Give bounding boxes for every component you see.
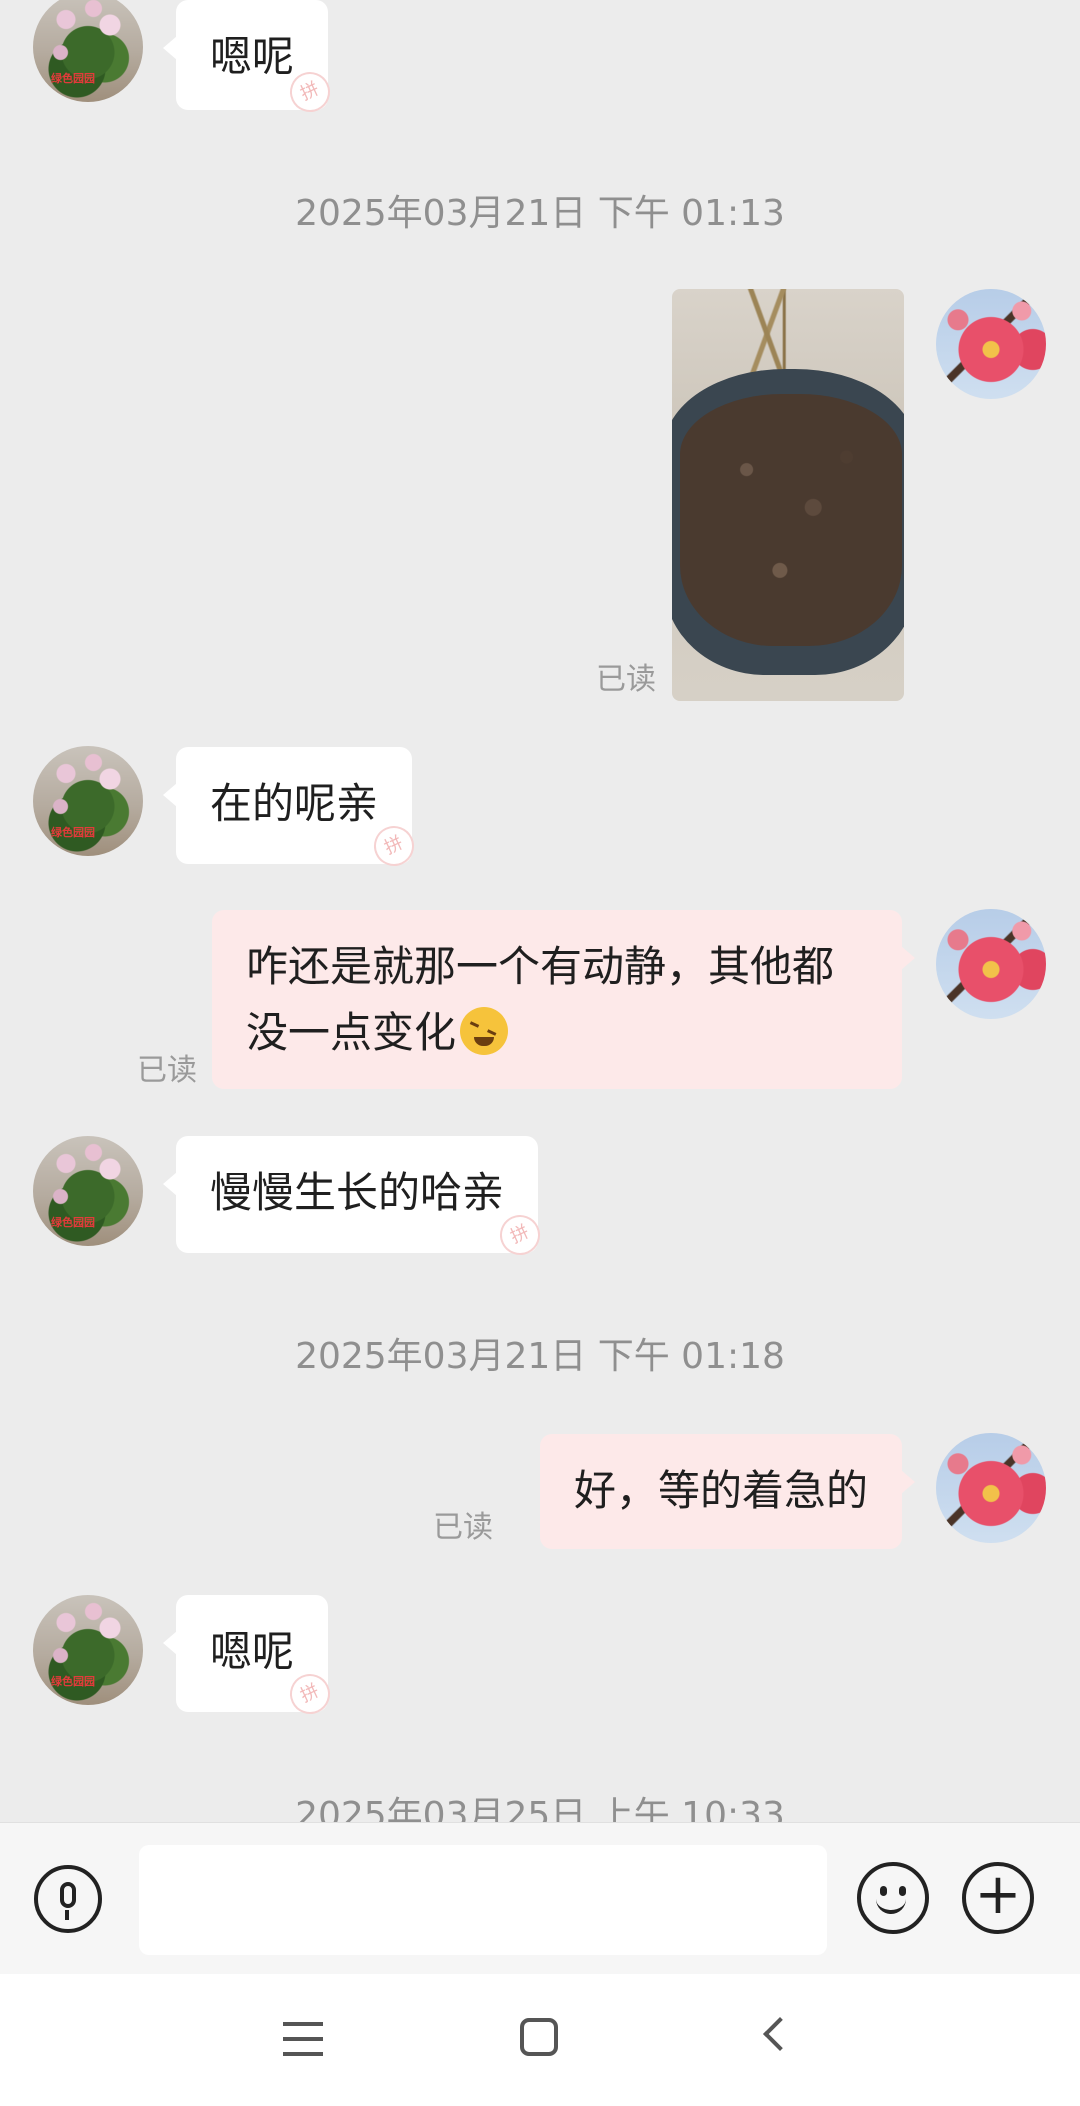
read-status: 已读	[596, 662, 656, 697]
my-avatar[interactable]	[936, 1433, 1046, 1543]
incoming-message[interactable]: 在的呢亲 拼	[162, 747, 421, 873]
avatar-tag: 绿色园园	[51, 1216, 95, 1229]
message-input[interactable]	[139, 1845, 827, 1955]
back-icon[interactable]	[763, 2017, 797, 2051]
voice-button[interactable]	[34, 1865, 102, 1933]
photo-soil	[680, 394, 902, 646]
message-text: 咋还是就那一个有动静，其他都没一点变化	[246, 942, 835, 1057]
plant-pot-photo[interactable]	[672, 289, 904, 701]
incoming-message[interactable]: 嗯呢 拼	[162, 0, 337, 119]
microphone-icon	[60, 1882, 76, 1920]
my-avatar[interactable]	[936, 289, 1046, 399]
incoming-message[interactable]: 慢慢生长的哈亲 拼	[162, 1136, 547, 1262]
menu-icon[interactable]	[283, 2022, 323, 2056]
shop-avatar[interactable]: 绿色园园	[33, 1595, 143, 1705]
emoji-button[interactable]	[857, 1862, 929, 1934]
avatar-tag: 绿色园园	[51, 1675, 95, 1688]
smiley-icon	[861, 1866, 925, 1930]
message-text: 在的呢亲	[210, 779, 379, 828]
shop-avatar[interactable]: 绿色园园	[33, 0, 143, 102]
crying-face-emoji	[460, 1007, 509, 1055]
timestamp: 2025年03月25日 上午 10:33	[295, 1795, 785, 1822]
message-text: 慢慢生长的哈亲	[210, 1168, 505, 1217]
incoming-message[interactable]: 嗯呢 拼	[162, 1595, 337, 1721]
avatar-tag: 绿色园园	[51, 72, 95, 85]
photo-stems	[692, 289, 842, 379]
outgoing-message[interactable]: 好，等的着急的	[539, 1434, 916, 1549]
message-text: 好，等的着急的	[573, 1466, 868, 1515]
timestamp: 2025年03月21日 下午 01:18	[295, 1336, 785, 1377]
system-nav-bar	[0, 1974, 1080, 2106]
chat-area[interactable]: 绿色园园 嗯呢 拼 2025年03月21日 下午 01:13 已读 绿色园园 在…	[0, 0, 1080, 1822]
my-avatar[interactable]	[936, 909, 1046, 1019]
shop-avatar[interactable]: 绿色园园	[33, 746, 143, 856]
shop-avatar[interactable]: 绿色园园	[33, 1136, 143, 1246]
smiley-eye	[899, 1886, 906, 1896]
smiley-mouth	[876, 1896, 906, 1914]
smiley-eye	[880, 1886, 887, 1896]
message-text: 嗯呢	[210, 32, 295, 81]
home-icon[interactable]	[520, 2018, 558, 2056]
input-bar: +	[0, 1822, 1080, 1975]
outgoing-message[interactable]: 咋还是就那一个有动静，其他都没一点变化	[212, 910, 915, 1089]
read-status: 已读	[137, 1053, 197, 1088]
timestamp: 2025年03月21日 下午 01:13	[295, 193, 785, 234]
read-status: 已读	[433, 1510, 493, 1545]
plus-icon: +	[974, 1862, 1022, 1927]
more-button[interactable]: +	[962, 1862, 1034, 1934]
avatar-tag: 绿色园园	[51, 826, 95, 839]
message-text: 嗯呢	[210, 1627, 295, 1676]
